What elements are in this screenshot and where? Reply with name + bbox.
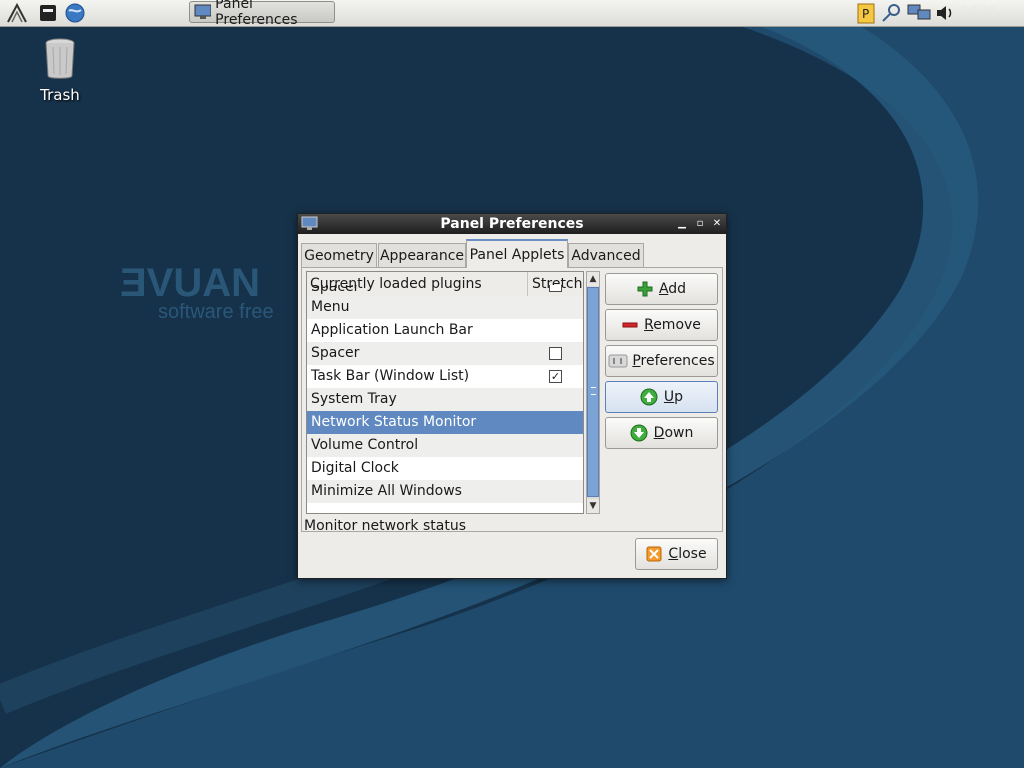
minus-icon (622, 322, 638, 328)
down-button[interactable]: Down (605, 417, 718, 449)
taskbar-window-label: Panel Preferences (215, 0, 298, 28)
plus-icon (637, 281, 653, 297)
package-updater-icon[interactable]: P (855, 2, 877, 24)
list-item[interactable]: Application Launch Bar (307, 319, 583, 342)
tab-panel-applets[interactable]: Panel Applets (466, 239, 568, 268)
svg-text:P: P (862, 7, 869, 21)
list-item[interactable]: Menu (307, 296, 583, 319)
list-item-selected[interactable]: Network Status Monitor (307, 411, 583, 434)
remove-button[interactable]: Remove (605, 309, 718, 341)
arrow-down-icon (630, 424, 648, 442)
panel-applets-tab-content: Currently loaded plugins Stretch Spacer … (301, 267, 723, 534)
preferences-icon (608, 354, 628, 368)
svg-text:ƎVUAN: ƎVUAN (120, 261, 260, 305)
panel-clock[interactable]: 17:31 (962, 4, 997, 18)
scroll-up-arrow-icon[interactable]: ▲ (587, 272, 599, 286)
scroll-down-arrow-icon[interactable]: ▼ (587, 499, 599, 513)
svg-text:software free: software free (158, 301, 274, 323)
list-item[interactable]: System Tray (307, 388, 583, 411)
tab-geometry[interactable]: Geometry (301, 243, 377, 267)
up-button[interactable]: Up (605, 381, 718, 413)
arrow-up-icon (640, 388, 658, 406)
tab-advanced[interactable]: Advanced (568, 243, 644, 267)
terminal-launcher-icon[interactable] (37, 2, 59, 24)
monitor-icon (194, 4, 212, 19)
web-browser-launcher-icon[interactable] (64, 2, 86, 24)
maximize-icon[interactable]: ▫ (694, 217, 706, 230)
volume-icon[interactable] (934, 2, 956, 24)
tab-appearance[interactable]: Appearance (378, 243, 466, 267)
trash-label: Trash (40, 86, 80, 104)
plugin-description: Monitor network status (304, 518, 466, 534)
dialog-titlebar[interactable]: Panel Preferences ▁ ▫ ✕ (298, 214, 726, 234)
close-icon[interactable]: ✕ (711, 217, 723, 230)
menu-launcher-icon[interactable] (6, 2, 28, 24)
network-icon[interactable] (906, 2, 931, 24)
list-item[interactable]: Task Bar (Window List) ✓ (307, 365, 583, 388)
trash-desktop-icon[interactable]: Trash (30, 38, 90, 104)
list-item[interactable]: Digital Clock (307, 457, 583, 480)
stretch-checkbox-checked[interactable]: ✓ (549, 370, 562, 383)
preferences-button[interactable]: Preferences (605, 345, 718, 377)
close-button[interactable]: Close (635, 538, 718, 570)
plugin-list[interactable]: Currently loaded plugins Stretch Spacer … (306, 271, 584, 514)
grip-icon (591, 387, 596, 395)
top-panel: Panel Preferences P 17:31 (0, 0, 1024, 28)
minimize-icon[interactable]: ▁ (676, 217, 688, 230)
list-item[interactable]: Spacer (307, 342, 583, 365)
dialog-title: Panel Preferences (440, 216, 584, 232)
scroll-thumb[interactable] (587, 287, 599, 497)
trash-icon (45, 38, 75, 79)
close-icon (646, 546, 662, 562)
list-item[interactable]: Minimize All Windows (307, 480, 583, 503)
list-item[interactable]: Volume Control (307, 434, 583, 457)
panel-preferences-dialog: Panel Preferences ▁ ▫ ✕ Geometry Appeara… (297, 213, 727, 579)
list-scrollbar[interactable]: ▲ ▼ (586, 271, 600, 514)
search-tool-icon[interactable] (880, 2, 902, 24)
stretch-checkbox[interactable] (549, 285, 562, 292)
taskbar-window-button[interactable]: Panel Preferences (189, 0, 335, 28)
stretch-checkbox[interactable] (549, 347, 562, 360)
add-button[interactable]: Add (605, 273, 718, 305)
